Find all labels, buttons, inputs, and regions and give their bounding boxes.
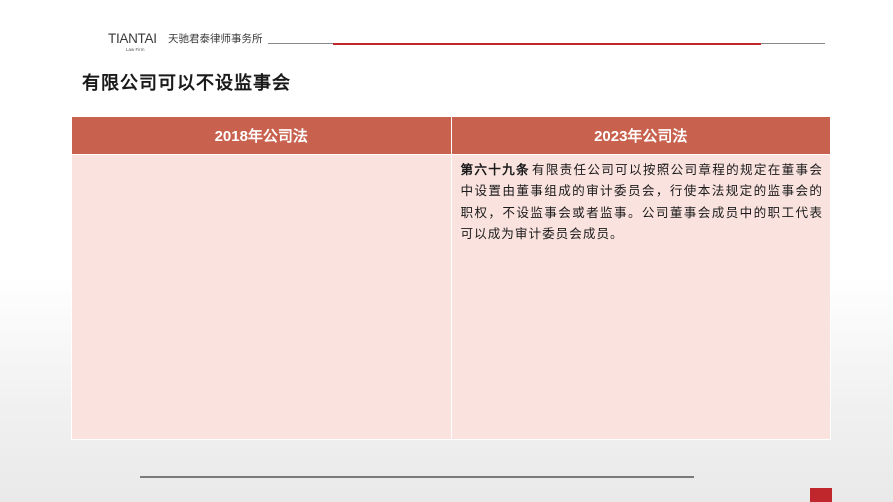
logo-chinese-name: 天驰君泰律师事务所 [168, 33, 263, 45]
law-comparison-table: 2018年公司法 2023年公司法 第六十九条 有限责任公司可以按照公司章程的规定… [71, 116, 831, 440]
slide-title: 有限公司可以不设监事会 [82, 73, 291, 94]
firm-logo: TIANTAI Law Firm 天驰君泰律师事务所 [108, 32, 263, 54]
cell-2018 [71, 154, 452, 440]
column-header-2018: 2018年公司法 [71, 116, 452, 155]
table-header-row: 2018年公司法 2023年公司法 [71, 116, 831, 155]
table-row: 第六十九条 有限责任公司可以按照公司章程的规定在董事会中设置由董事组成的审计委员会… [71, 154, 831, 440]
cell-2018-text [72, 155, 451, 159]
header-accent-line [333, 43, 761, 45]
logo-mark: TIANTAI Law Firm [108, 32, 168, 54]
article-number: 第六十九条 [460, 162, 530, 177]
slide-header: TIANTAI Law Firm 天驰君泰律师事务所 [0, 0, 893, 60]
logo-english-name: TIANTAI [108, 31, 157, 46]
footer-divider [140, 476, 694, 478]
corner-accent-block [810, 488, 832, 502]
logo-subtitle: Law Firm [126, 47, 145, 52]
column-header-2023: 2023年公司法 [450, 116, 831, 155]
cell-2023-content: 第六十九条 有限责任公司可以按照公司章程的规定在董事会中设置由董事组成的审计委员会… [452, 155, 831, 244]
cell-2023: 第六十九条 有限责任公司可以按照公司章程的规定在董事会中设置由董事组成的审计委员会… [450, 154, 831, 440]
